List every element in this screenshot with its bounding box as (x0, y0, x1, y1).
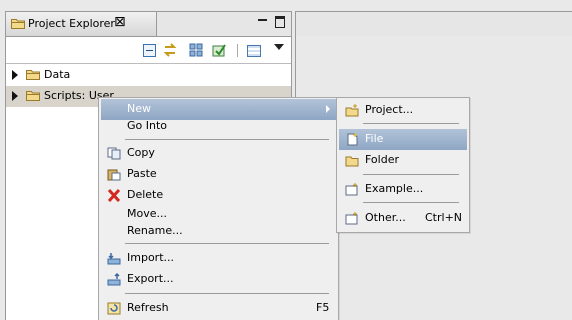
menu-item-project[interactable]: Project... (339, 100, 467, 121)
copy-icon (107, 147, 121, 160)
menu-item-label: Move... (127, 207, 167, 220)
new-submenu: Project... File Folder Example... Other.… (336, 97, 470, 233)
chevron-down-icon[interactable] (274, 44, 284, 50)
view-menu-icon[interactable] (247, 45, 261, 57)
editor-tab-bar (295, 11, 572, 37)
tab-title: Project Explorer (28, 17, 115, 30)
menu-separator (125, 243, 329, 244)
export-icon (107, 273, 121, 286)
menu-item-refresh[interactable]: Refresh F5 (101, 298, 336, 319)
tab-bar (157, 12, 291, 37)
menu-separator (363, 174, 459, 175)
new-project-icon (345, 104, 359, 117)
menu-item-file[interactable]: File (339, 129, 467, 150)
link-with-editor-icon[interactable] (163, 43, 177, 57)
folder-icon (26, 70, 40, 80)
expand-arrow-icon[interactable] (12, 70, 18, 80)
menu-item-label: Example... (365, 182, 424, 195)
menu-separator (363, 202, 459, 203)
folder-icon (26, 91, 40, 101)
toolbar-separator (237, 44, 238, 57)
menu-item-import[interactable]: Import... (101, 248, 336, 269)
folder-icon (345, 156, 359, 167)
import-icon (107, 253, 121, 265)
filter-icon[interactable] (212, 43, 226, 57)
menu-item-copy[interactable]: Copy (101, 143, 336, 164)
sync-icon[interactable] (189, 43, 203, 57)
menu-separator (363, 123, 459, 124)
collapse-all-icon[interactable] (143, 44, 156, 57)
menu-item-label: Project... (365, 103, 414, 116)
menu-item-label: New (127, 102, 151, 115)
folder-icon (11, 19, 25, 29)
menu-item-label: File (365, 132, 384, 145)
menu-item-label: Export... (127, 272, 174, 285)
menu-item-paste[interactable]: Paste (101, 164, 336, 185)
new-file-icon (347, 133, 358, 146)
menu-item-label: Folder (365, 153, 399, 166)
menu-item-label: Other... (365, 211, 406, 224)
menu-separator (125, 139, 329, 140)
menu-item-example[interactable]: Example... (339, 179, 467, 200)
menu-item-go-into[interactable]: Go Into (101, 116, 336, 137)
submenu-arrow-icon (326, 105, 330, 113)
minimize-icon[interactable] (258, 19, 267, 23)
maximize-icon[interactable] (275, 16, 285, 28)
menu-item-export[interactable]: Export... (101, 269, 336, 290)
menu-item-accelerator: F5 (316, 301, 330, 314)
tab-project-explorer[interactable]: Project Explorer ⊠ (6, 12, 157, 37)
menu-item-label: Go Into (127, 119, 168, 132)
tree-item-label: Data (44, 68, 71, 81)
delete-icon (107, 189, 121, 202)
menu-item-delete[interactable]: Delete (101, 185, 336, 206)
paste-icon (107, 169, 121, 181)
menu-item-label: Rename... (127, 224, 183, 237)
menu-item-rename[interactable]: Rename... (101, 221, 336, 242)
view-toolbar (6, 37, 291, 64)
menu-item-label: Import... (127, 251, 174, 264)
menu-item-label: Delete (127, 188, 164, 201)
new-other-icon (345, 212, 358, 225)
context-menu: New Go Into Copy Paste Delete Move... Re… (98, 97, 339, 320)
menu-item-other[interactable]: Other... Ctrl+N (339, 208, 467, 229)
tree-item-data[interactable]: Data (6, 65, 291, 86)
menu-item-label: Refresh (127, 301, 169, 314)
menu-item-accelerator: Ctrl+N (425, 211, 463, 224)
close-icon[interactable]: ⊠ (114, 15, 126, 29)
new-example-icon (345, 183, 358, 196)
menu-separator (125, 293, 329, 294)
menu-item-label: Copy (127, 146, 155, 159)
refresh-icon (107, 302, 121, 315)
menu-item-label: Paste (127, 167, 157, 180)
menu-item-folder[interactable]: Folder (339, 150, 467, 171)
expand-arrow-icon[interactable] (12, 91, 18, 101)
